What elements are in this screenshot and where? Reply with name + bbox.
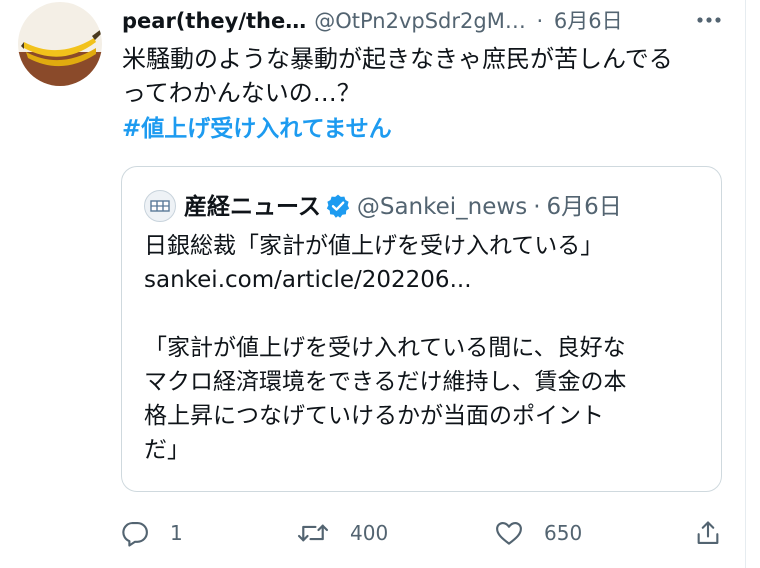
- quote-body-line-4: だ」: [144, 437, 190, 463]
- quote-handle[interactable]: @Sankei_news: [357, 194, 527, 220]
- reply-icon: [122, 521, 148, 547]
- more-options-button[interactable]: [694, 8, 724, 32]
- quote-date[interactable]: 6月6日: [547, 194, 622, 220]
- quote-body-line-3: 格上昇につなげていけるかが当面のポイント: [144, 403, 604, 429]
- tweet-action-bar: 1 400 650: [120, 515, 730, 551]
- quoted-tweet-card[interactable]: 産経ニュース @Sankei_news · 6月6日 日銀総裁「家計が値上げを受け入…: [121, 166, 722, 492]
- sankei-logo: [144, 189, 176, 222]
- quote-body-line-2: マクロ経済環境をできるだけ維持し、賃金の本: [144, 369, 627, 395]
- reply-count: 1: [170, 521, 183, 545]
- avatar[interactable]: [18, 2, 102, 86]
- retweet-button[interactable]: 400: [296, 515, 388, 551]
- tweet-text-line-1: 米騒動のような暴動が起きなきゃ庶民が苦しんでる: [122, 45, 673, 73]
- like-button[interactable]: 650: [494, 515, 582, 551]
- quote-header: 産経ニュース @Sankei_news · 6月6日: [144, 189, 704, 225]
- quote-headline: 日銀総裁「家計が値上げを受け入れている」: [144, 233, 604, 259]
- heart-icon: [496, 521, 522, 545]
- verified-badge-svg: [326, 194, 350, 218]
- reply-button[interactable]: 1: [120, 515, 183, 551]
- tweet-text: 米騒動のような暴動が起きなきゃ庶民が苦しんでる ってわかんないの…？: [122, 42, 732, 110]
- tweet: pear(they/the… @OtPn2vpSdr2gM… · 6月6日 米騒動…: [0, 0, 760, 568]
- column-divider: [745, 0, 746, 568]
- header-separator: ·: [536, 9, 544, 33]
- verified-badge-icon: [325, 193, 351, 219]
- user-handle[interactable]: @OtPn2vpSdr2gM…: [314, 9, 526, 33]
- like-count: 650: [544, 521, 583, 545]
- quote-body: 日銀総裁「家計が値上げを受け入れている」 sankei.com/article/…: [144, 229, 704, 467]
- quote-spacer: [144, 297, 704, 331]
- more-dots-icon: [697, 17, 721, 23]
- display-name[interactable]: pear(they/the…: [122, 9, 306, 33]
- share-icon: [697, 521, 719, 544]
- hashtag-link[interactable]: #値上げ受け入れてません: [122, 112, 392, 146]
- quote-separator: ·: [533, 194, 541, 220]
- sankei-logo-icon[interactable]: [144, 189, 176, 222]
- banana-avatar-image: [18, 2, 102, 86]
- retweet-icon: [297, 524, 329, 542]
- quote-body-line-1: 「家計が値上げを受け入れている間に、良好な: [144, 335, 626, 361]
- share-button[interactable]: [694, 515, 722, 551]
- retweet-count: 400: [350, 521, 389, 545]
- tweet-header: pear(they/the… @OtPn2vpSdr2gM… · 6月6日: [122, 4, 722, 38]
- tweet-date[interactable]: 6月6日: [554, 9, 623, 33]
- tweet-text-line-2: ってわかんないの…？: [122, 79, 361, 107]
- quote-article-link[interactable]: sankei.com/article/202206...: [144, 263, 704, 297]
- quote-display-name[interactable]: 産経ニュース: [184, 194, 321, 220]
